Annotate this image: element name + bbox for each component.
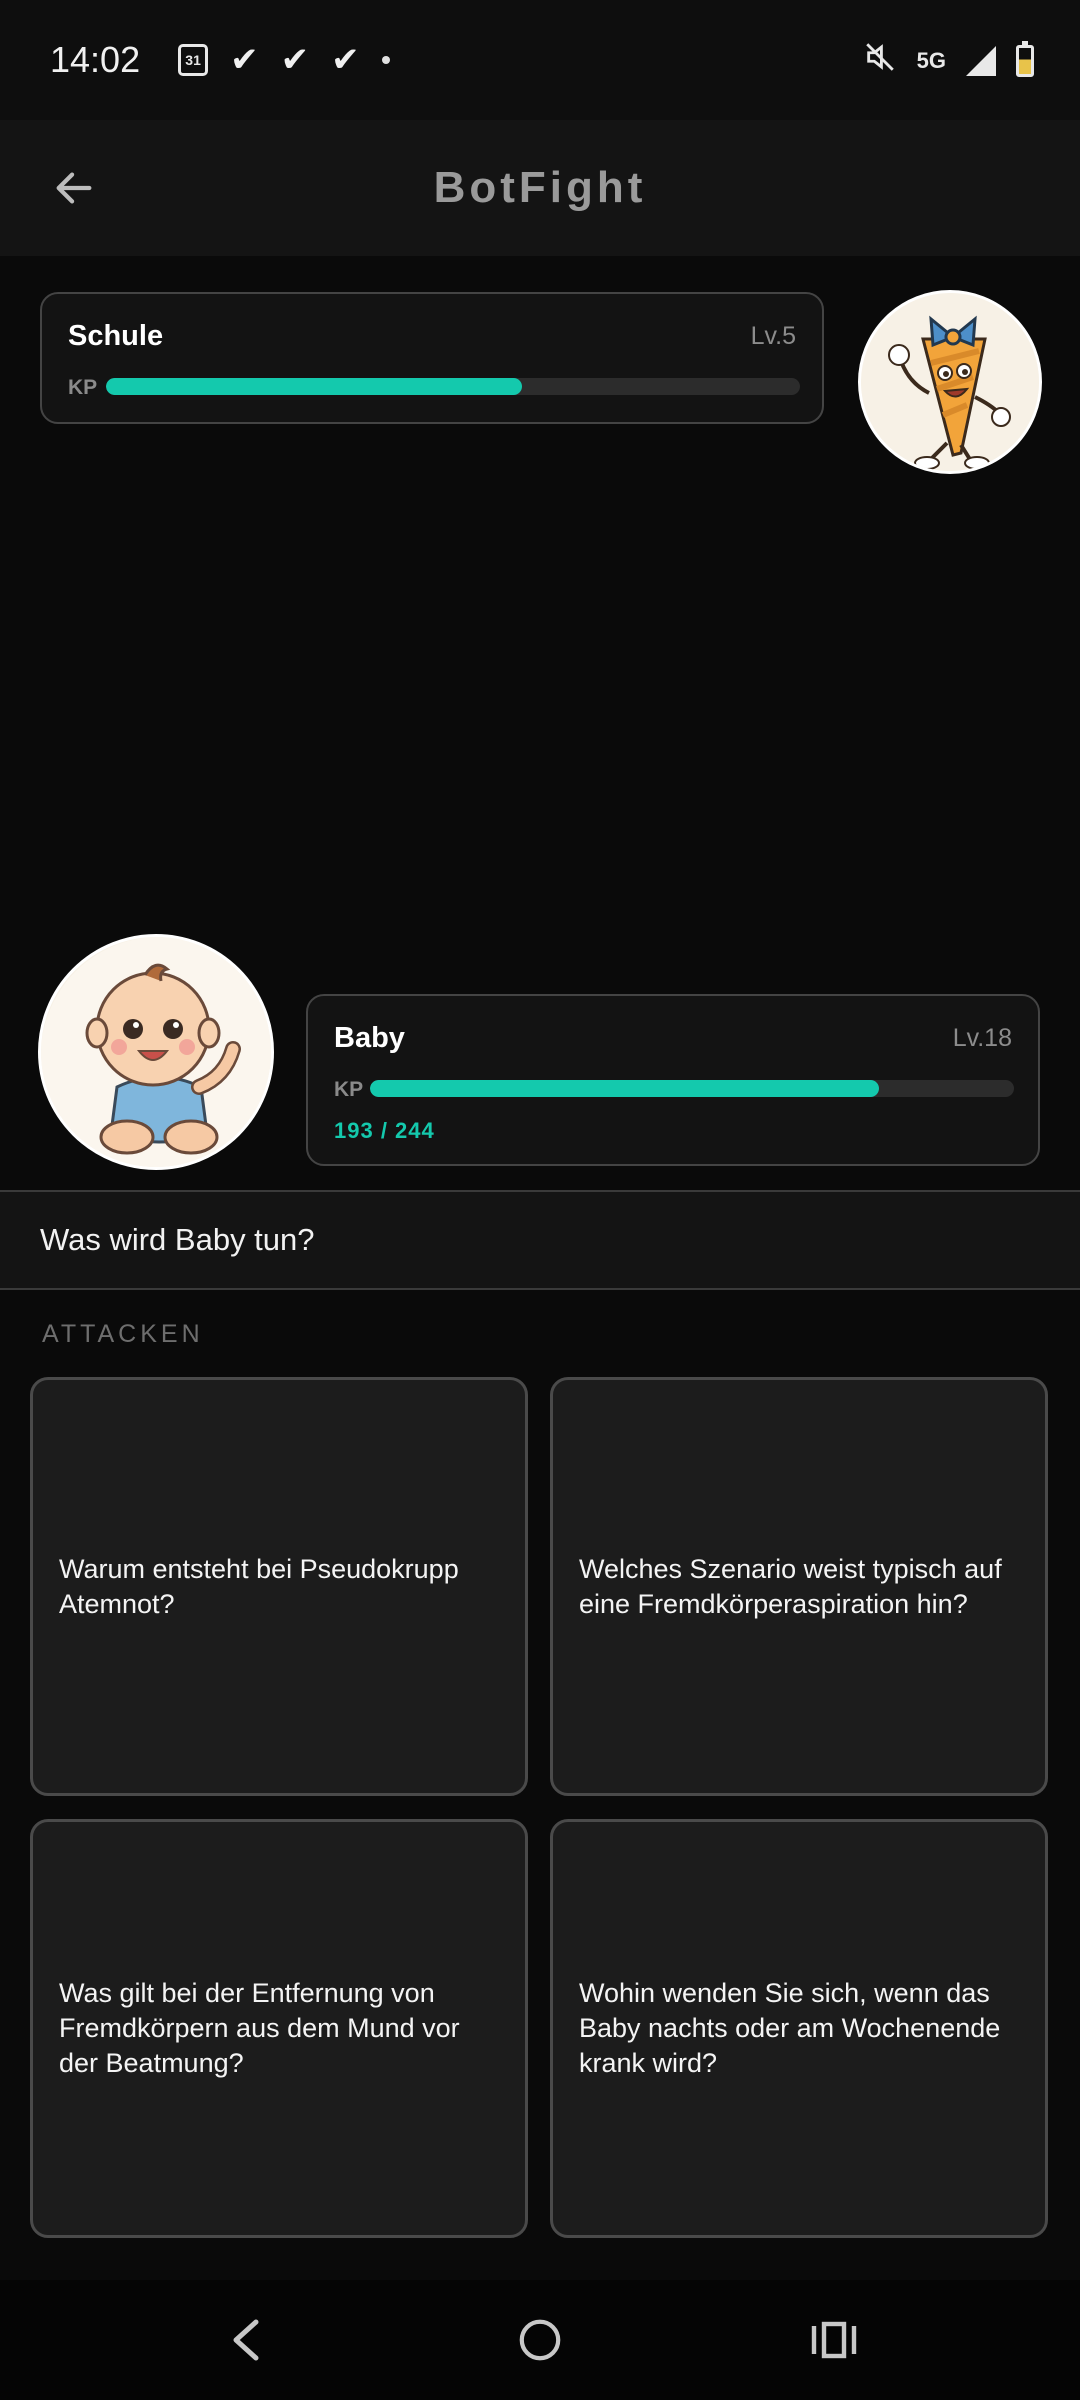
opponent-level: Lv.5 — [750, 322, 796, 350]
battery-icon — [1016, 41, 1034, 77]
player-card: Baby Lv.18 KP 193 / 244 — [306, 994, 1040, 1166]
attack-button-2[interactable]: Welches Szenario weist typisch auf eine … — [550, 1377, 1048, 1796]
status-time: 14:02 — [50, 39, 141, 80]
player-hp-fill — [370, 1080, 880, 1097]
nav-back-button[interactable] — [216, 2310, 276, 2370]
opponent-avatar — [858, 290, 1042, 474]
opponent-hp-fill — [106, 378, 523, 395]
status-right: 5G — [863, 40, 1034, 82]
attacks-label: ATTACKEN — [42, 1320, 204, 1348]
status-left: 14:02 31 ✔ ✔ ✔ — [50, 39, 390, 81]
signal-icon — [966, 46, 996, 76]
attack-button-4[interactable]: Wohin wenden Sie sich, wenn das Baby nac… — [550, 1819, 1048, 2238]
dot-icon — [381, 56, 390, 64]
player-level: Lv.18 — [952, 1024, 1012, 1052]
check-icon: ✔ — [280, 41, 310, 79]
app-bar: BotFight — [0, 120, 1080, 256]
nav-back-icon — [233, 2319, 259, 2361]
school-cone-mascot-icon — [861, 293, 1039, 471]
opponent-card: Schule Lv.5 KP — [40, 292, 824, 424]
nav-home-icon — [519, 2319, 561, 2361]
player-avatar — [38, 934, 274, 1170]
screen: 14:02 31 ✔ ✔ ✔ 5G BotFight Schule Lv.5 K… — [0, 0, 1080, 2400]
back-button[interactable] — [40, 154, 108, 222]
nav-recents-button[interactable] — [804, 2310, 864, 2370]
nav-home-button[interactable] — [510, 2310, 570, 2370]
player-hp-text: 193 / 244 — [334, 1118, 435, 1143]
calendar-icon: 31 — [178, 44, 209, 76]
attack-button-3[interactable]: Was gilt bei der Entfernung von Fremdkör… — [30, 1819, 528, 2238]
system-nav-bar — [0, 2280, 1080, 2400]
opponent-name: Schule — [68, 320, 164, 352]
attack-text: Wohin wenden Sie sich, wenn das Baby nac… — [579, 1978, 1001, 2078]
attack-text: Warum entsteht bei Pseudokrupp Atemnot? — [59, 1553, 459, 1619]
page-title: BotFight — [433, 163, 647, 212]
attack-text: Welches Szenario weist typisch auf eine … — [579, 1553, 1002, 1619]
player-name: Baby — [334, 1022, 405, 1054]
player-hp-bar — [370, 1080, 1014, 1097]
attack-button-1[interactable]: Warum entsteht bei Pseudokrupp Atemnot? — [30, 1377, 528, 1796]
status-bar: 14:02 31 ✔ ✔ ✔ 5G — [0, 0, 1080, 120]
check-icon: ✔ — [331, 41, 360, 79]
player-hp-label: KP — [334, 1078, 364, 1101]
nav-recents-icon — [811, 2321, 857, 2359]
opponent-hp-bar — [106, 378, 800, 395]
mute-icon — [863, 40, 897, 82]
network-type: 5G — [916, 48, 946, 73]
baby-mascot-icon — [41, 937, 271, 1167]
battle-prompt: Was wird Baby tun? — [0, 1190, 1080, 1290]
attack-text: Was gilt bei der Entfernung von Fremdkör… — [59, 1978, 460, 2078]
opponent-hp-label: KP — [68, 376, 98, 399]
arrow-left-icon — [56, 172, 92, 204]
check-icon: ✔ — [230, 41, 259, 79]
prompt-text: Was wird Baby tun? — [40, 1222, 315, 1257]
